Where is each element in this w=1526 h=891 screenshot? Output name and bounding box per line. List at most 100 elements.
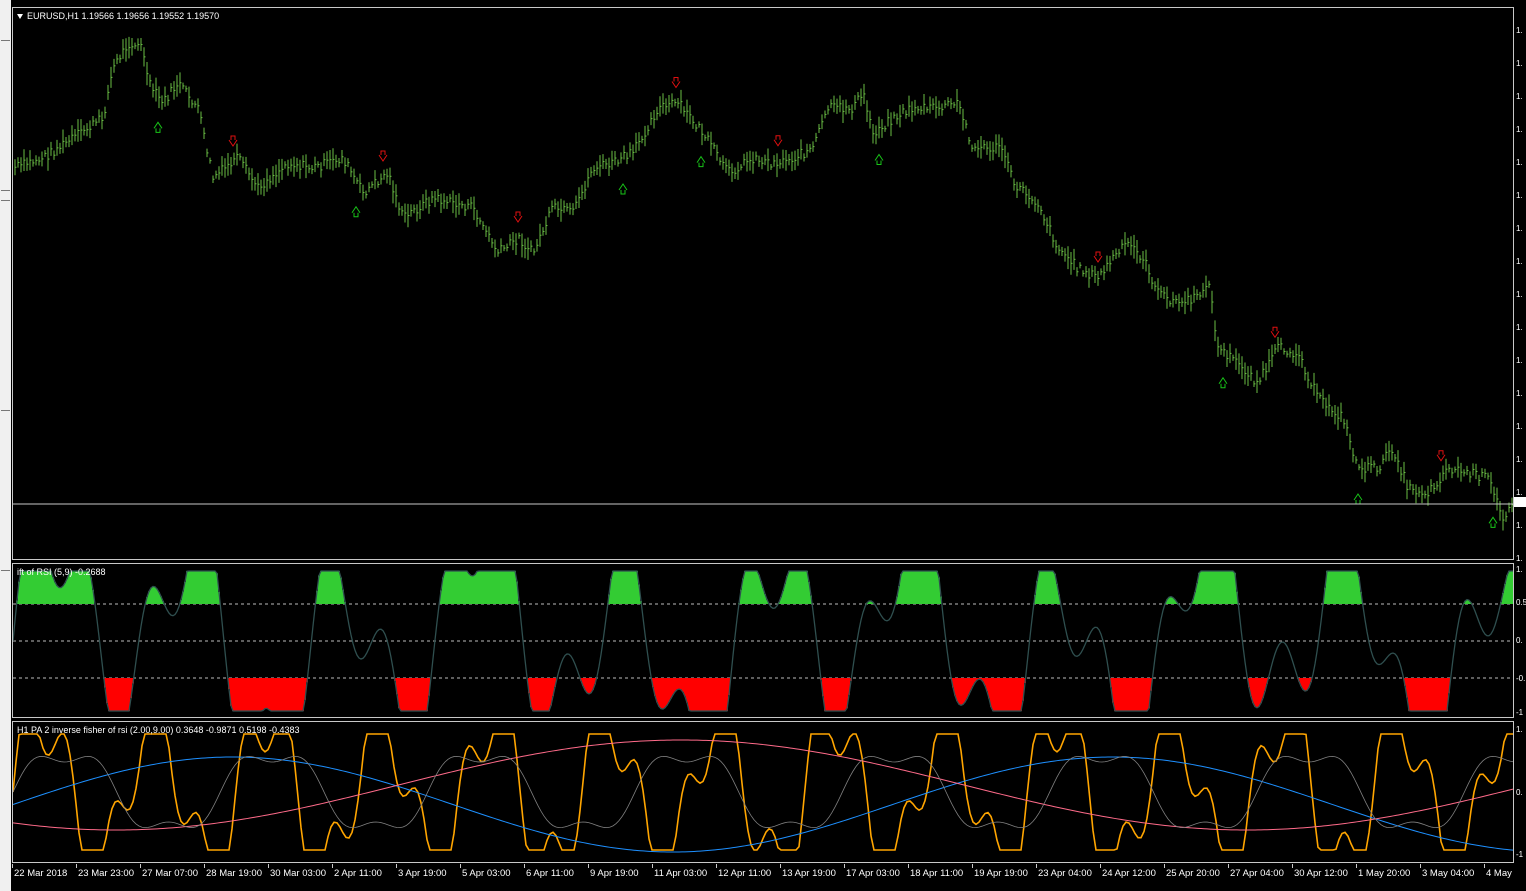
- ind1-label: ift of RSI (5,9) -0.2688: [17, 567, 106, 577]
- time-axis-tick: [1164, 864, 1165, 868]
- arrow-down-icon: [513, 211, 523, 223]
- time-axis-tick: [1420, 864, 1421, 868]
- price-scale-tick: 1.: [1516, 59, 1523, 68]
- ind1-scale-tick: 0.5: [1516, 598, 1526, 607]
- ind2-label: H1 PA 2 inverse fisher of rsi (2.00,9.00…: [17, 725, 300, 735]
- margin-mark: [1, 410, 10, 411]
- ind1-scale-tick: -1: [1516, 708, 1524, 717]
- time-axis-label: 17 Apr 03:00: [846, 868, 900, 879]
- price-scale-tick: 1.: [1516, 191, 1523, 200]
- time-axis-label: 1 May 20:00: [1358, 868, 1411, 879]
- arrow-down-icon: [1436, 450, 1446, 462]
- price-scale-tick: 1.: [1516, 554, 1523, 563]
- left-margin: [0, 0, 11, 891]
- time-axis-label: 27 Apr 04:00: [1230, 868, 1284, 879]
- time-axis-label: 22 Mar 2018: [14, 868, 68, 879]
- arrow-up-icon: [351, 205, 361, 218]
- price-scale-tick: 1.: [1516, 356, 1523, 365]
- arrow-down-icon: [671, 77, 681, 89]
- time-axis-label: 30 Apr 12:00: [1294, 868, 1348, 879]
- ift-rsi-canvas: [13, 570, 1513, 712]
- main-price-chart[interactable]: EURUSD,H1 1.19566 1.19656 1.19552 1.1957…: [12, 7, 1514, 560]
- time-axis-label: 6 Apr 11:00: [526, 868, 574, 879]
- time-axis-label: 23 Apr 04:00: [1038, 868, 1092, 879]
- time-axis-tick: [652, 864, 653, 868]
- arrow-down-icon: [378, 150, 388, 162]
- price-scale-tick: 1.: [1516, 125, 1523, 134]
- time-axis-label: 18 Apr 11:00: [910, 868, 964, 879]
- inverse-fisher-canvas: [13, 733, 1513, 853]
- time-axis-tick: [204, 864, 205, 868]
- time-axis-label: 19 Apr 19:00: [974, 868, 1028, 879]
- time-axis-label: 9 Apr 19:00: [590, 868, 639, 879]
- time-axis[interactable]: 22 Mar 2018 23 Mar 23:00 27 Mar 07:00 28 Ma…: [12, 864, 1514, 891]
- time-axis-tick: [1484, 864, 1485, 868]
- arrow-up-icon: [1488, 516, 1498, 528]
- price-scale-tick: 1.: [1516, 521, 1523, 530]
- ind1-scale-tick: -0.: [1516, 674, 1526, 683]
- time-axis-tick: [140, 864, 141, 868]
- time-axis-label: 3 Apr 19:00: [398, 868, 447, 879]
- time-axis-label: 27 Mar 07:00: [142, 868, 198, 879]
- price-scale-tick: 1.: [1516, 257, 1523, 266]
- arrow-up-icon: [153, 121, 163, 133]
- inverse-fisher-orange-line: [13, 733, 1513, 851]
- time-axis-tick: [1356, 864, 1357, 868]
- time-axis-tick: [1100, 864, 1101, 868]
- arrow-down-icon: [1093, 251, 1103, 263]
- arrow-down-icon: [1270, 326, 1280, 339]
- arrow-down-icon: [228, 135, 238, 147]
- price-scale[interactable]: 1. 1. 1. 1. 1. 1. 1. 1. 1. 1. 1. 1. 1. 1. 1. 1. 1. 1. 0.5 0…: [1514, 0, 1526, 891]
- time-axis-label: 5 Apr 03:00: [462, 868, 511, 879]
- time-axis-label: 3 May 04:00: [1422, 868, 1475, 879]
- margin-mark: [1, 570, 10, 571]
- time-axis-tick: [844, 864, 845, 868]
- margin-mark: [1, 190, 10, 191]
- time-axis-label: 30 Mar 03:00: [270, 868, 326, 879]
- inverse-fisher-pink-line: [13, 739, 1513, 831]
- inverse-fisher-indicator-pane[interactable]: H1 PA 2 inverse fisher of rsi (2.00,9.00…: [12, 721, 1514, 863]
- time-axis-tick: [460, 864, 461, 868]
- price-scale-tick: 1.: [1516, 92, 1523, 101]
- time-axis-label: 25 Apr 20:00: [1166, 868, 1220, 879]
- price-bars-canvas: [13, 36, 1513, 531]
- time-axis-label: 24 Apr 12:00: [1102, 868, 1156, 879]
- price-scale-tick: 1.: [1516, 158, 1523, 167]
- price-scale-tick: 1.: [1516, 323, 1523, 332]
- time-axis-label: 2 Apr 11:00: [334, 868, 382, 879]
- time-axis-tick: [524, 864, 525, 868]
- price-scale-tick: 1.: [1516, 290, 1523, 299]
- price-scale-tick: 1.: [1516, 26, 1523, 35]
- margin-mark: [1, 40, 10, 41]
- ind2-scale-tick: -1: [1516, 850, 1524, 859]
- time-axis-tick: [1036, 864, 1037, 868]
- time-axis-tick: [12, 864, 13, 868]
- price-scale-tick: 1.: [1516, 389, 1523, 398]
- time-axis-label: 23 Mar 23:00: [78, 868, 134, 879]
- time-axis-tick: [972, 864, 973, 868]
- time-axis-label: 4 May 12:: [1486, 868, 1514, 879]
- current-price-tag: [1514, 497, 1526, 507]
- price-scale-tick: 1.: [1516, 488, 1523, 497]
- arrow-up-icon: [696, 155, 706, 168]
- time-axis-tick: [588, 864, 589, 868]
- arrow-up-icon: [874, 153, 884, 165]
- time-axis-label: 12 Apr 11:00: [718, 868, 772, 879]
- arrow-up-icon: [1218, 376, 1228, 389]
- time-axis-tick: [716, 864, 717, 868]
- arrow-down-icon: [773, 135, 783, 147]
- time-axis-tick: [268, 864, 269, 868]
- time-axis-tick: [396, 864, 397, 868]
- margin-mark: [1, 200, 10, 201]
- time-axis-tick: [1228, 864, 1229, 868]
- main-chart-label[interactable]: EURUSD,H1 1.19566 1.19656 1.19552 1.1957…: [17, 11, 219, 21]
- ind1-scale-tick: 1.: [1516, 565, 1523, 574]
- arrow-up-icon: [1353, 493, 1363, 505]
- price-scale-tick: 1.: [1516, 224, 1523, 233]
- time-axis-tick: [76, 864, 77, 868]
- time-axis-label: 13 Apr 19:00: [782, 868, 836, 879]
- time-axis-tick: [780, 864, 781, 868]
- price-scale-tick: 1.: [1516, 455, 1523, 464]
- ift-rsi-indicator-pane[interactable]: ift of RSI (5,9) -0.2688: [12, 563, 1514, 718]
- chevron-down-icon[interactable]: [17, 14, 23, 20]
